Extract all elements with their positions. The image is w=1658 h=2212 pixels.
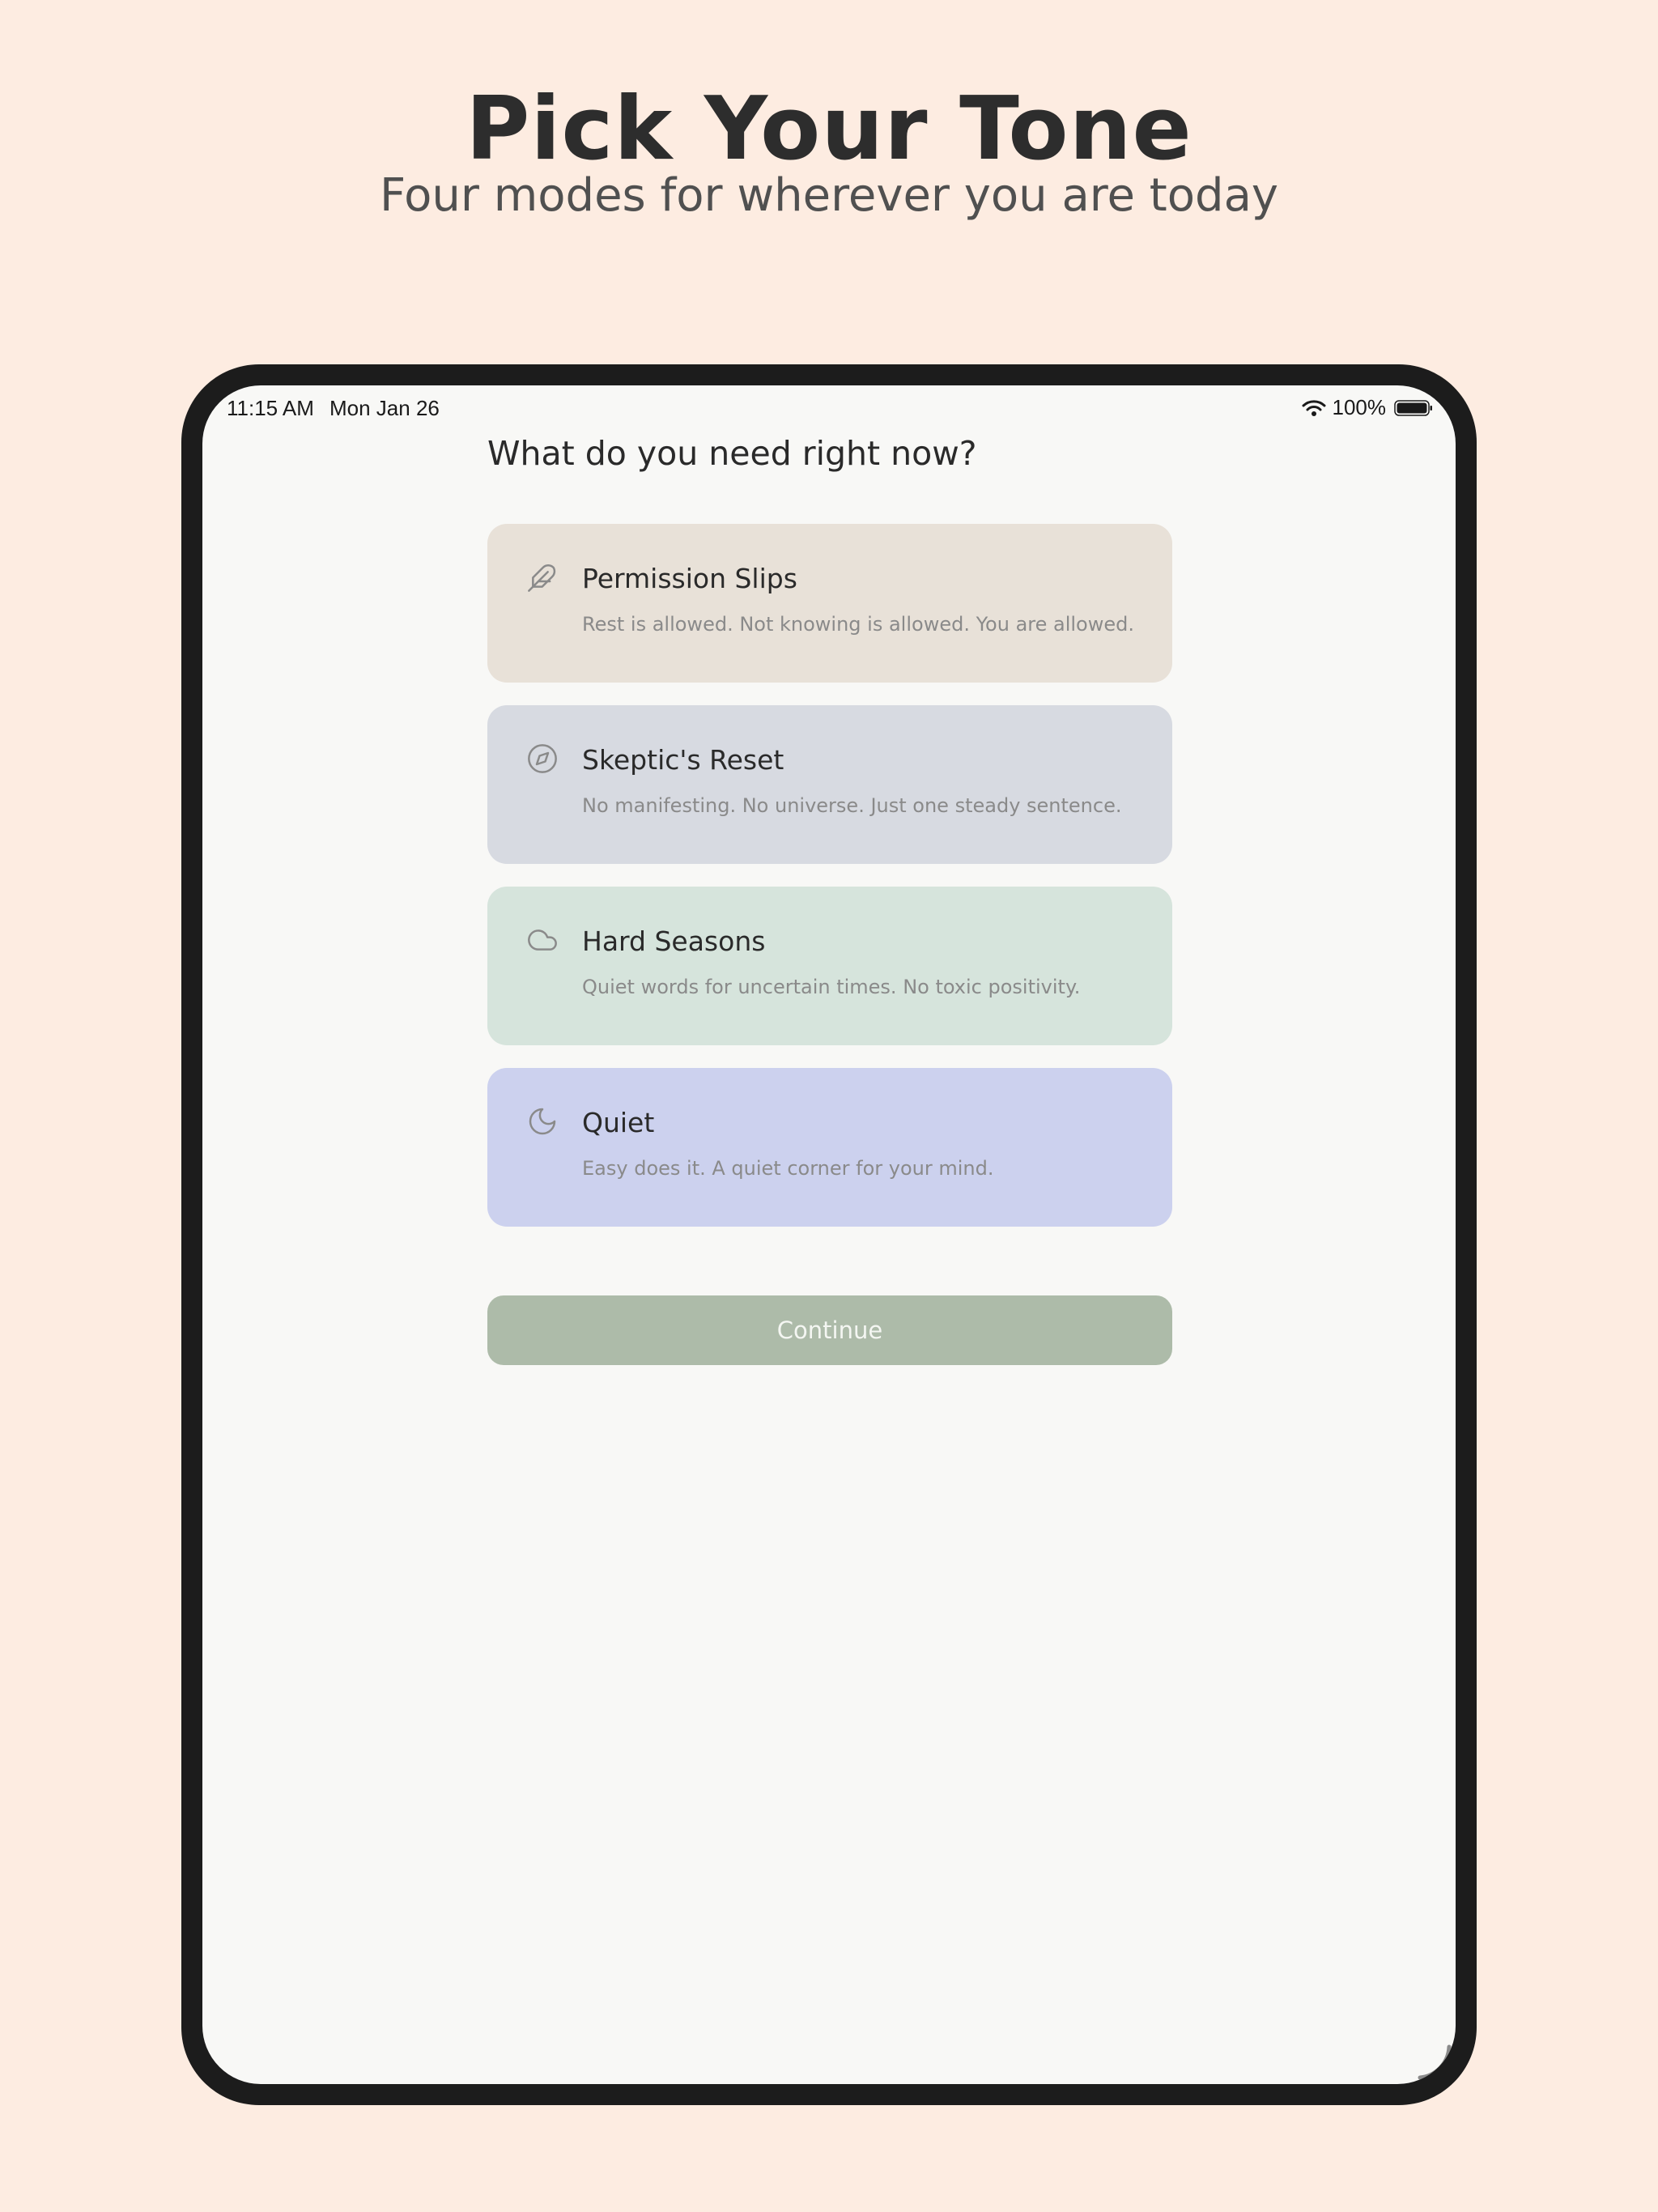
- tone-option-title: Skeptic's Reset: [582, 744, 784, 776]
- corner-drag-handle-icon[interactable]: [1414, 2042, 1452, 2081]
- continue-button[interactable]: Continue: [487, 1295, 1172, 1365]
- cloud-icon: [528, 929, 557, 951]
- promo-title: Pick Your Tone: [466, 79, 1192, 180]
- wifi-icon: [1302, 399, 1325, 416]
- tablet-screen: 11:15 AM Mon Jan 26 100% What do you nee…: [202, 385, 1456, 2084]
- status-indicators: 100%: [1302, 395, 1434, 420]
- battery-percentage: 100%: [1332, 395, 1387, 419]
- tone-option-skeptics-reset[interactable]: Skeptic's Reset No manifesting. No unive…: [487, 705, 1172, 864]
- tablet-frame: 11:15 AM Mon Jan 26 100% What do you nee…: [181, 364, 1477, 2105]
- tone-option-description: Rest is allowed. Not knowing is allowed.…: [582, 613, 1134, 636]
- tone-option-description: Quiet words for uncertain times. No toxi…: [582, 976, 1081, 998]
- tone-option-title: Permission Slips: [582, 563, 797, 594]
- status-date: Mon Jan 26: [329, 396, 440, 420]
- tone-option-permission-slips[interactable]: Permission Slips Rest is allowed. Not kn…: [487, 524, 1172, 683]
- status-time: 11:15 AM: [227, 396, 314, 420]
- tone-option-quiet[interactable]: Quiet Easy does it. A quiet corner for y…: [487, 1068, 1172, 1227]
- tone-option-description: No manifesting. No universe. Just one st…: [582, 794, 1122, 817]
- moon-icon: [529, 1108, 556, 1135]
- tone-option-title: Hard Seasons: [582, 925, 766, 957]
- feather-icon: [528, 564, 556, 592]
- screen-question: What do you need right now?: [487, 434, 977, 473]
- tone-option-description: Easy does it. A quiet corner for your mi…: [582, 1157, 994, 1180]
- status-bar: 11:15 AM Mon Jan 26 100%: [202, 385, 1456, 431]
- tone-option-hard-seasons[interactable]: Hard Seasons Quiet words for uncertain t…: [487, 887, 1172, 1045]
- promo-subtitle: Four modes for wherever you are today: [379, 169, 1279, 222]
- compass-icon: [528, 744, 557, 773]
- tone-option-title: Quiet: [582, 1107, 655, 1138]
- battery-icon: [1394, 399, 1432, 416]
